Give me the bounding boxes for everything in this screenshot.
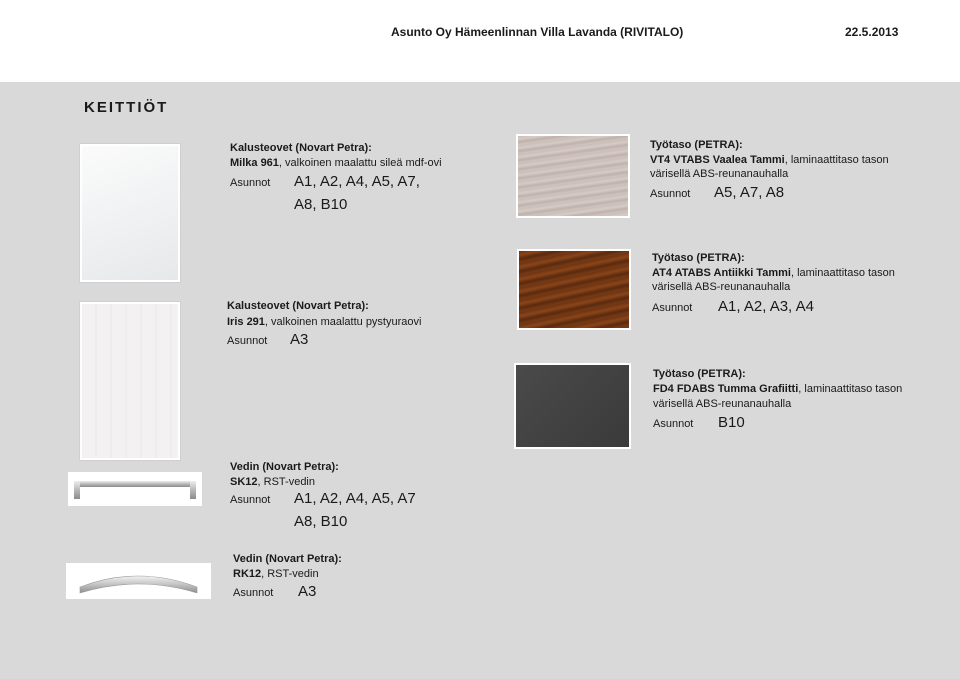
milka-units-line2: A8, B10	[294, 196, 348, 213]
rk12-handle-image	[66, 563, 211, 599]
vt4-units-label: Asunnot	[650, 188, 691, 200]
header-bar: Asunto Oy Hämeenlinnan Villa Lavanda (RI…	[0, 0, 960, 82]
at4-units-label: Asunnot	[652, 302, 693, 314]
rk12-desc: , RST-vedin	[261, 568, 319, 580]
fd4-description: FD4 FDABS Tumma Grafiitti, laminaattitas…	[653, 382, 902, 396]
document-date: 22.5.2013	[845, 25, 899, 39]
milka-heading: Kalusteovet (Novart Petra):	[230, 142, 372, 154]
at4-description-2: värisellä ABS-reunanauhalla	[652, 281, 791, 293]
rk12-units: A3	[298, 583, 317, 600]
iris-heading: Kalusteovet (Novart Petra):	[227, 300, 369, 312]
at4-description: AT4 ATABS Antiikki Tammi, laminaattitaso…	[652, 266, 895, 280]
sk12-units-line2: A8, B10	[294, 513, 348, 530]
at4-desc: , laminaattitaso tason	[790, 267, 895, 279]
iris-name: Iris 291	[227, 316, 265, 328]
milka-name: Milka 961	[230, 157, 279, 169]
fd4-description-2: värisellä ABS-reunanauhalla	[653, 398, 792, 410]
rk12-handle-icon	[79, 575, 198, 594]
iris-units-label: Asunnot	[227, 335, 268, 347]
sk12-handle-image	[68, 472, 202, 506]
sk12-heading: Vedin (Novart Petra):	[230, 461, 339, 473]
vt4-desc: , laminaattitaso tason	[784, 154, 889, 166]
milka-units-label: Asunnot	[230, 177, 271, 189]
fd4-name: FD4 FDABS Tumma Grafiitti	[653, 383, 799, 395]
sk12-name: SK12	[230, 476, 258, 488]
rk12-name: RK12	[233, 568, 262, 580]
sk12-units-line1: A1, A2, A4, A5, A7	[294, 490, 416, 507]
rk12-description: RK12, RST-vedin	[233, 567, 319, 581]
sk12-desc: , RST-vedin	[257, 476, 315, 488]
fd4-worktop-swatch	[514, 363, 631, 449]
sk12-description: SK12, RST-vedin	[230, 475, 315, 489]
iris-units: A3	[290, 331, 309, 348]
fd4-desc: , laminaattitaso tason	[798, 383, 903, 395]
fd4-units: B10	[718, 414, 745, 431]
vt4-worktop-swatch	[516, 134, 630, 218]
milka-units-line1: A1, A2, A4, A5, A7,	[294, 173, 420, 190]
milka-description: Milka 961, valkoinen maalattu sileä mdf-…	[230, 156, 442, 170]
fd4-heading: Työtaso (PETRA):	[653, 368, 746, 380]
vt4-name: VT4 VTABS Vaalea Tammi	[650, 154, 785, 166]
at4-name: AT4 ATABS Antiikki Tammi	[652, 267, 791, 279]
fd4-units-label: Asunnot	[653, 418, 694, 430]
iris-description: Iris 291, valkoinen maalattu pystyuraovi	[227, 315, 421, 329]
milka-desc: , valkoinen maalattu sileä mdf-ovi	[278, 157, 442, 169]
sk12-handle-icon	[74, 481, 196, 499]
vt4-units: A5, A7, A8	[714, 184, 785, 201]
vt4-heading: Työtaso (PETRA):	[650, 139, 743, 151]
vt4-description-2: värisellä ABS-reunanauhalla	[650, 168, 789, 180]
iris-desc: , valkoinen maalattu pystyuraovi	[264, 316, 422, 328]
rk12-units-label: Asunnot	[233, 587, 274, 599]
document-title: Asunto Oy Hämeenlinnan Villa Lavanda (RI…	[391, 25, 684, 39]
rk12-heading: Vedin (Novart Petra):	[233, 553, 342, 565]
milka-door-swatch	[80, 144, 180, 282]
at4-worktop-swatch	[517, 249, 631, 330]
at4-units: A1, A2, A3, A4	[718, 298, 814, 315]
sk12-units-label: Asunnot	[230, 494, 271, 506]
section-title: KEITTIÖT	[84, 99, 169, 116]
at4-heading: Työtaso (PETRA):	[652, 252, 745, 264]
iris-door-swatch	[80, 302, 180, 460]
vt4-description: VT4 VTABS Vaalea Tammi, laminaattitaso t…	[650, 153, 889, 167]
